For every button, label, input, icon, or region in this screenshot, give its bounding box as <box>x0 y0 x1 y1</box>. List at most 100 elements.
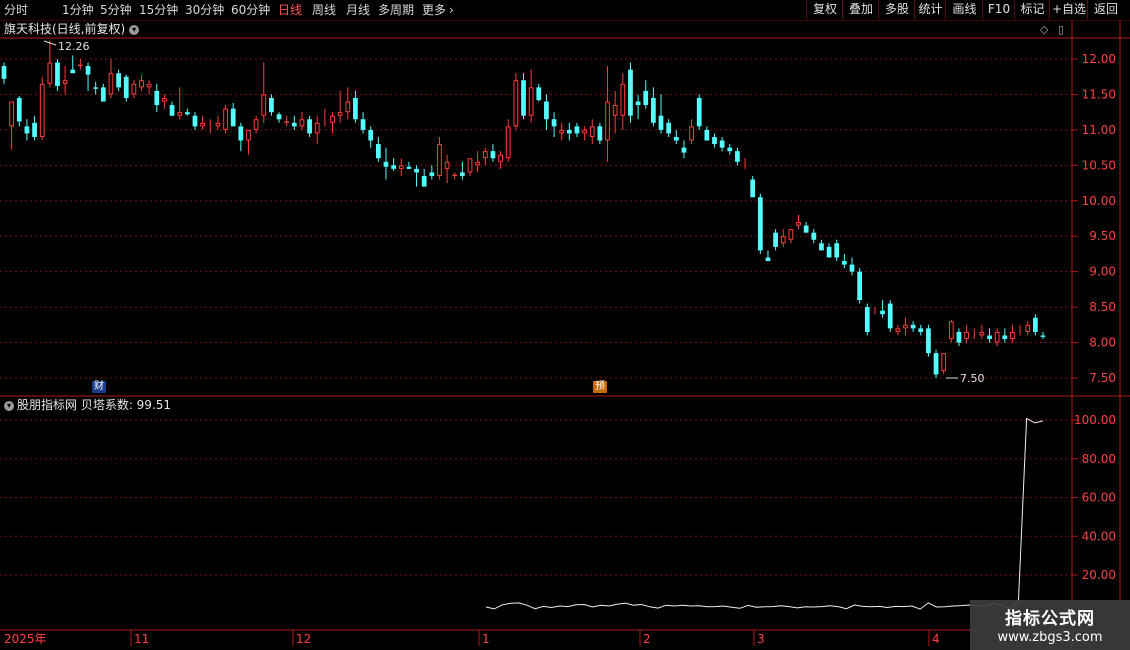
candle <box>658 94 664 134</box>
diamond-icon[interactable]: ◇ <box>1040 23 1048 36</box>
indicator-dropdown-icon[interactable]: ▾ <box>4 400 14 411</box>
candle-body <box>429 172 435 176</box>
candle-body <box>620 83 626 116</box>
price-tick-11: 11.00 <box>1082 123 1116 137</box>
candle <box>32 115 37 141</box>
candle-body <box>406 166 412 169</box>
candle-body <box>437 144 442 176</box>
candle-body <box>513 80 519 127</box>
candle <box>926 324 931 357</box>
candle <box>994 328 1000 347</box>
candle <box>727 144 733 155</box>
candle <box>85 62 91 91</box>
candle-body <box>826 246 832 258</box>
candle <box>773 229 778 251</box>
candle-body <box>238 126 244 141</box>
beta-indicator-line <box>485 417 1044 610</box>
chart-frame <box>0 20 1130 650</box>
candle <box>330 112 335 134</box>
candle <box>788 229 794 244</box>
candle <box>200 115 206 130</box>
period-tab-weekly[interactable]: 周线 <box>312 0 336 20</box>
candle <box>284 115 290 127</box>
candle <box>895 324 901 336</box>
candle <box>689 119 694 145</box>
watermark-url: www.zbgs3.com <box>997 630 1103 645</box>
candle-body <box>154 90 160 106</box>
candle-body <box>658 115 664 130</box>
candle <box>55 59 60 91</box>
candle <box>628 62 633 123</box>
forecast-badge[interactable]: 预 <box>593 381 607 393</box>
draw-button[interactable]: 画线 <box>945 0 983 19</box>
high-price-label: 12.26 <box>58 40 90 53</box>
period-tab-1min[interactable]: 1分钟 <box>62 0 94 20</box>
f10-button[interactable]: F10 <box>982 0 1015 19</box>
candle-body <box>1025 324 1031 332</box>
candle-body <box>482 151 488 159</box>
date-label-2: 2 <box>643 632 651 646</box>
candle <box>307 115 312 137</box>
indicator-tick-80: 80.00 <box>1082 452 1116 466</box>
candle <box>1002 328 1008 343</box>
candle <box>796 214 801 230</box>
dropdown-circle-icon[interactable]: ▾ <box>129 24 140 35</box>
candle-body <box>597 126 603 141</box>
candle <box>948 319 954 343</box>
candle-body <box>269 97 274 113</box>
panel-toggle-icon[interactable]: ▯ <box>1058 23 1064 36</box>
stock-title: 旗天科技(日线,前复权) ▾ <box>4 21 140 37</box>
indicator-tick-20: 20.00 <box>1082 568 1116 582</box>
period-tab-timeshare[interactable]: 分时 <box>4 0 28 20</box>
candle-body <box>314 122 320 134</box>
period-tab-more[interactable]: 更多 › <box>422 0 454 20</box>
candle-body <box>941 353 947 371</box>
multi-stock-button[interactable]: 多股 <box>878 0 915 19</box>
candle-body <box>9 101 15 127</box>
period-tab-30min[interactable]: 30分钟 <box>185 0 224 20</box>
candle <box>406 161 412 169</box>
candle <box>192 112 198 130</box>
candle <box>345 87 351 120</box>
beta-line <box>485 417 1044 610</box>
candle <box>452 172 458 180</box>
candle <box>956 328 962 347</box>
candle-body <box>299 119 305 127</box>
candle-body <box>146 83 152 88</box>
candle <box>597 122 603 145</box>
candle-body <box>681 147 687 153</box>
period-tab-5min[interactable]: 5分钟 <box>100 0 132 20</box>
overlay-button[interactable]: 叠加 <box>842 0 879 19</box>
period-tab-monthly[interactable]: 月线 <box>346 0 370 20</box>
candle <box>108 59 114 98</box>
candle <box>536 83 542 102</box>
candle <box>368 126 374 148</box>
candle-body <box>307 119 312 134</box>
period-tab-15min[interactable]: 15分钟 <box>139 0 178 20</box>
candle-body <box>93 87 99 89</box>
period-tab-daily[interactable]: 日线 <box>278 0 302 20</box>
stats-button[interactable]: 统计 <box>914 0 946 19</box>
candle-body <box>192 115 198 127</box>
candle-body <box>780 236 786 244</box>
candle-body <box>215 122 221 127</box>
period-tab-multi[interactable]: 多周期 <box>378 0 414 20</box>
add-watchlist-button[interactable]: +自选 <box>1049 0 1088 19</box>
date-label-4: 4 <box>932 632 940 646</box>
candle-body <box>398 165 404 169</box>
candle <box>643 80 649 109</box>
back-button[interactable]: 返回 <box>1087 0 1124 19</box>
financial-report-badge[interactable]: 财 <box>92 381 106 393</box>
candle <box>666 119 672 137</box>
mark-button[interactable]: 标记 <box>1014 0 1050 19</box>
candle-body <box>62 80 68 84</box>
candle <box>513 73 519 130</box>
candle-body <box>100 87 106 102</box>
candle-body <box>16 97 22 122</box>
candle-body <box>643 90 649 106</box>
candle <box>24 119 30 141</box>
period-tab-60min[interactable]: 60分钟 <box>231 0 270 20</box>
adjust-button[interactable]: 复权 <box>806 0 843 19</box>
candle-body <box>475 161 481 166</box>
candle-body <box>895 328 901 332</box>
